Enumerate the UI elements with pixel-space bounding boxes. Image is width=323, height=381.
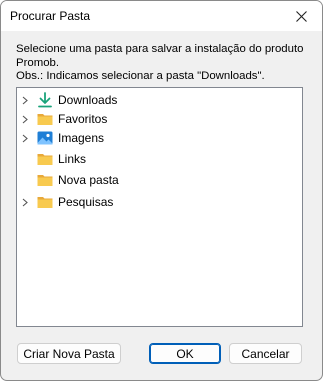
window-title: Procurar Pasta [10,9,91,23]
tree-item-pesquisas[interactable]: Pesquisas [17,192,287,212]
tree-item-label: Nova pasta [58,173,119,187]
close-icon [295,10,307,22]
browse-folder-dialog: Procurar Pasta Selecione uma pasta para … [0,0,323,381]
tree-item-label: Downloads [58,93,118,107]
download-icon [38,92,52,108]
folder-icon [37,175,53,186]
instruction-line-1: Selecione uma pasta para salvar a instal… [16,43,304,55]
chevron-right-icon[interactable] [21,198,29,207]
folder-icon [37,114,53,125]
folder-tree[interactable]: Downloads Favoritos Imagens Links Nova p… [16,87,303,327]
close-button[interactable] [280,1,322,31]
tree-item-downloads[interactable]: Downloads [17,90,287,110]
new-folder-button[interactable]: Criar Nova Pasta [17,343,121,364]
folder-icon [37,154,53,165]
tree-item-label: Imagens [58,131,105,145]
folder-icon [37,197,53,208]
tree-item-label: Pesquisas [58,195,114,209]
tree-item-nova-pasta[interactable]: Nova pasta [17,170,287,190]
instruction-text: Selecione uma pasta para salvar a instal… [16,43,311,84]
chevron-right-icon[interactable] [21,115,29,124]
tree-item-favoritos[interactable]: Favoritos [17,109,287,129]
vertical-scrollbar[interactable] [286,88,302,326]
title-bar: Procurar Pasta [1,1,322,31]
chevron-right-icon[interactable] [21,96,29,105]
pictures-icon [37,131,53,145]
cancel-button[interactable]: Cancelar [229,343,302,364]
tree-item-label: Favoritos [58,112,108,126]
ok-button[interactable]: OK [149,343,221,364]
instruction-line-2: Promob. [16,56,60,69]
tree-item-links[interactable]: Links [17,149,287,169]
tree-item-label: Links [58,152,87,166]
chevron-right-icon[interactable] [21,134,29,143]
tree-item-imagens[interactable]: Imagens [17,128,287,148]
instruction-line-3: Obs.: Indicamos selecionar a pasta "Down… [16,70,265,82]
